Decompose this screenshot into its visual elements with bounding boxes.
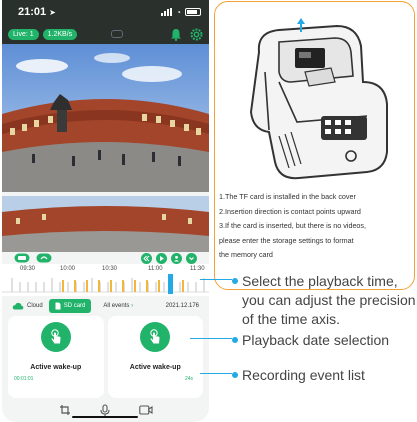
location-arrow-icon: ➤ [49,7,56,17]
live-video-view[interactable] [2,44,209,192]
status-time: 21:01 [18,6,47,18]
home-indicator [72,416,138,418]
callout-text: Playback date selection [242,332,390,348]
camera-top-bar: Live: 1 1.2KB/s [2,24,209,44]
instruction-line: please enter the storage settings to for… [219,235,354,245]
event-time: 24s [184,376,193,382]
phone-screen: 21:01 ➤ ◔ Live: 1 1.2KB/s 09:30 10:00 10… [2,0,209,422]
sd-card-tab[interactable]: SD card [48,299,92,313]
storage-tabs: Cloud SD card All events › 2021.12.176 [2,296,209,316]
tap-hand-icon [140,322,171,352]
tf-card-instructions: 1.The TF card is installed in the back c… [219,190,414,263]
status-bar: 21:01 ➤ ◔ [2,0,209,24]
instruction-line: 1.The TF card is installed in the back c… [219,192,356,201]
bottom-toolbar [2,398,209,422]
playback-time-axis[interactable]: 09:30 10:00 10:30 11:00 11:30 [2,264,209,296]
callout-bullet [232,278,238,285]
cast-icon[interactable] [111,30,124,38]
instruction-line: 3.If the card is inserted, but there is … [219,221,367,230]
camera-back-cover-illustration [249,18,388,180]
bitrate-badge: 1.2KB/s [42,28,78,40]
leader-line-playback-date [190,338,232,339]
all-events-filter[interactable]: All events › [103,303,133,309]
leader-line-event-list [200,373,232,374]
callout-event-list: Recording event list [232,366,365,385]
sd-card-icon [55,302,61,310]
callout-text: Select the playback time, [242,273,398,289]
wifi-icon: ◔ [176,7,181,17]
callout-playback-time: Select the playback time, you can adjust… [232,272,416,329]
all-events-label: All events [103,303,130,309]
crop-icon[interactable] [59,404,71,416]
cloud-tab[interactable]: Cloud [12,302,43,310]
event-title: Active wake-up [30,364,82,371]
playback-control-bar [2,252,209,264]
play-icon[interactable] [156,252,167,264]
playback-date-selector[interactable]: 2021.12.176 [166,303,199,309]
bell-icon[interactable] [170,28,182,41]
gear-icon[interactable] [190,28,203,41]
chevron-right-icon: › [131,303,134,309]
playback-date-label: 2021.12.176 [165,303,199,309]
event-card[interactable]: Active wake-up 24s [107,316,203,398]
callout-text: you can adjust the precision [242,292,416,308]
event-title: Active wake-up [129,364,181,371]
chevron-down-icon[interactable] [186,252,197,264]
tap-hand-icon [40,322,71,352]
event-card[interactable]: Active wake-up 00:01:01 [8,316,104,398]
time-axis-ruler[interactable] [2,264,209,296]
sd-card-tab-label: SD card [63,303,86,309]
video-record-icon[interactable] [138,405,153,415]
signal-strength-icon[interactable] [36,253,52,263]
tf-card-info-panel: 1.The TF card is installed in the back c… [214,1,415,290]
instruction-line: 2.Insertion direction is contact points … [219,206,361,216]
rewind-icon[interactable] [141,252,152,264]
callout-text: of the time axis. [242,311,341,327]
battery-mode-icon[interactable] [14,253,30,263]
cloud-icon [12,302,24,310]
leader-line-playback-time [200,279,232,280]
instruction-line: the memory card [219,250,273,259]
event-time: 00:01:01 [14,376,34,382]
callout-bullet [232,337,238,344]
callout-text: Recording event list [242,367,365,383]
callout-bullet [232,372,238,379]
callout-playback-date: Playback date selection [232,331,389,350]
playback-video-view[interactable] [2,196,209,252]
user-icon[interactable] [171,252,182,264]
cloud-tab-label: Cloud [27,303,43,309]
battery-icon [185,8,201,16]
microphone-icon[interactable] [99,403,111,417]
recording-event-list: Active wake-up 00:01:01 Active wake-up 2… [2,316,209,398]
signal-icon [161,8,173,16]
live-viewer-badge: Live: 1 [8,28,39,40]
